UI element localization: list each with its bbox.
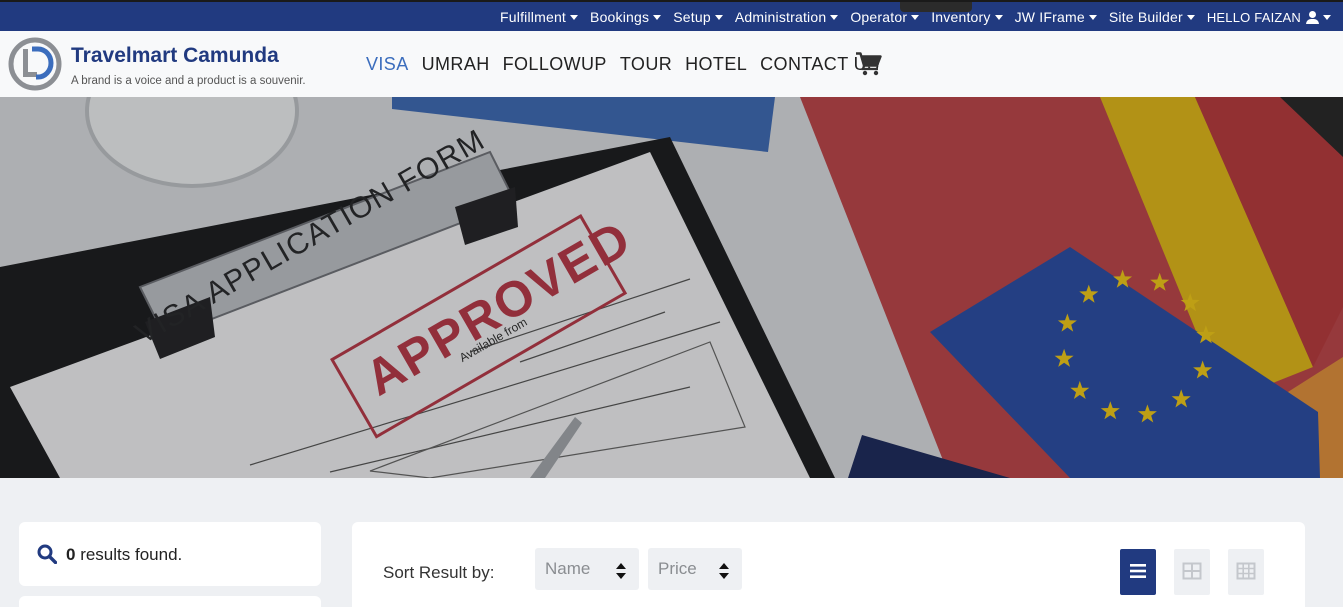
caret-down-icon xyxy=(994,14,1003,20)
hero-banner: VISA APPLICATION FORM APPROVED Available… xyxy=(0,97,1343,478)
eu-star xyxy=(1196,325,1216,344)
menu-label: Operator xyxy=(850,9,908,25)
menu-label: Administration xyxy=(734,9,827,25)
sort-arrows-icon xyxy=(719,563,729,579)
sort-bar: Sort Result by: Name Price xyxy=(352,522,1305,607)
eu-star xyxy=(1180,293,1200,312)
sort-arrows-icon xyxy=(616,563,626,579)
brand-tagline: A brand is a voice and a product is a so… xyxy=(71,75,306,87)
main-nav: VISA UMRAH FOLLOWUP TOUR HOTEL CONTACT U… xyxy=(366,54,879,75)
search-icon xyxy=(37,544,57,564)
brand-logo-icon[interactable] xyxy=(8,37,62,91)
menu-site-builder[interactable]: Site Builder xyxy=(1103,9,1201,25)
caret-down-icon xyxy=(570,14,579,20)
eu-star xyxy=(1113,269,1133,288)
caret-down-icon xyxy=(1088,14,1097,20)
eu-star xyxy=(1057,313,1077,332)
user-greeting: HELLO FAIZAN xyxy=(1206,9,1301,25)
eu-star xyxy=(1193,360,1213,379)
menu-administration[interactable]: Administration xyxy=(729,9,845,25)
listing-area: 0 results found. Sort Result by: Name Pr… xyxy=(0,478,1343,607)
results-summary: 0 results found. xyxy=(66,545,182,565)
nav-item-hotel[interactable]: HOTEL xyxy=(685,54,747,75)
sort-label: Sort Result by: xyxy=(383,563,495,582)
nav-item-followup[interactable]: FOLLOWUP xyxy=(503,54,607,75)
caret-down-icon xyxy=(1186,14,1195,20)
list-view-icon xyxy=(1130,564,1146,578)
menu-bookings[interactable]: Bookings xyxy=(584,9,667,25)
table-view-icon xyxy=(1236,562,1256,580)
eu-star xyxy=(1079,284,1099,303)
menu-label: Bookings xyxy=(590,9,650,25)
caret-down-icon xyxy=(714,14,723,20)
menu-inventory[interactable]: Inventory xyxy=(925,9,1008,25)
grid-view-icon xyxy=(1182,562,1202,580)
results-card: 0 results found. xyxy=(19,522,321,586)
eu-star xyxy=(1054,348,1074,367)
menu-label: Site Builder xyxy=(1108,9,1183,25)
caret-down-icon xyxy=(830,14,839,20)
caret-down-icon xyxy=(911,14,920,20)
filter-card xyxy=(19,596,321,607)
nav-item-umrah[interactable]: UMRAH xyxy=(422,54,490,75)
user-menu[interactable]: HELLO FAIZAN xyxy=(1201,9,1337,25)
admin-menu: Fulfillment Bookings Setup Administratio… xyxy=(494,9,1337,25)
menu-label: Setup xyxy=(673,9,711,25)
sort-option-label: Price xyxy=(658,559,697,578)
sort-name-button[interactable]: Name xyxy=(535,548,639,590)
shopping-cart-icon[interactable] xyxy=(856,52,882,76)
admin-top-bar: Fulfillment Bookings Setup Administratio… xyxy=(0,0,1343,31)
menu-jw-iframe[interactable]: JW IFrame xyxy=(1009,9,1103,25)
caret-down-icon xyxy=(1323,14,1331,20)
grid-view-button[interactable] xyxy=(1174,549,1210,595)
list-view-button[interactable] xyxy=(1120,549,1156,595)
menu-label: Fulfillment xyxy=(500,9,567,25)
eu-star xyxy=(1171,389,1191,408)
eu-star xyxy=(1070,380,1090,399)
menu-label: Inventory xyxy=(931,9,991,25)
eu-star xyxy=(1100,401,1120,420)
menu-operator[interactable]: Operator xyxy=(844,9,925,25)
menu-fulfillment[interactable]: Fulfillment xyxy=(494,9,584,25)
sort-price-button[interactable]: Price xyxy=(648,548,742,590)
eu-star xyxy=(1137,404,1157,423)
eu-stars-icon xyxy=(1054,269,1216,423)
nav-item-tour[interactable]: TOUR xyxy=(620,54,672,75)
caret-down-icon xyxy=(653,14,662,20)
brand-name[interactable]: Travelmart Camunda xyxy=(71,44,279,68)
table-view-button[interactable] xyxy=(1228,549,1264,595)
menu-setup[interactable]: Setup xyxy=(667,9,729,25)
results-label: results found. xyxy=(75,545,183,564)
menu-label: JW IFrame xyxy=(1014,9,1085,25)
eu-star xyxy=(1150,272,1170,291)
user-icon xyxy=(1306,10,1319,24)
sort-option-label: Name xyxy=(545,559,591,578)
site-header: Travelmart Camunda A brand is a voice an… xyxy=(0,31,1343,97)
nav-item-visa[interactable]: VISA xyxy=(366,54,409,75)
